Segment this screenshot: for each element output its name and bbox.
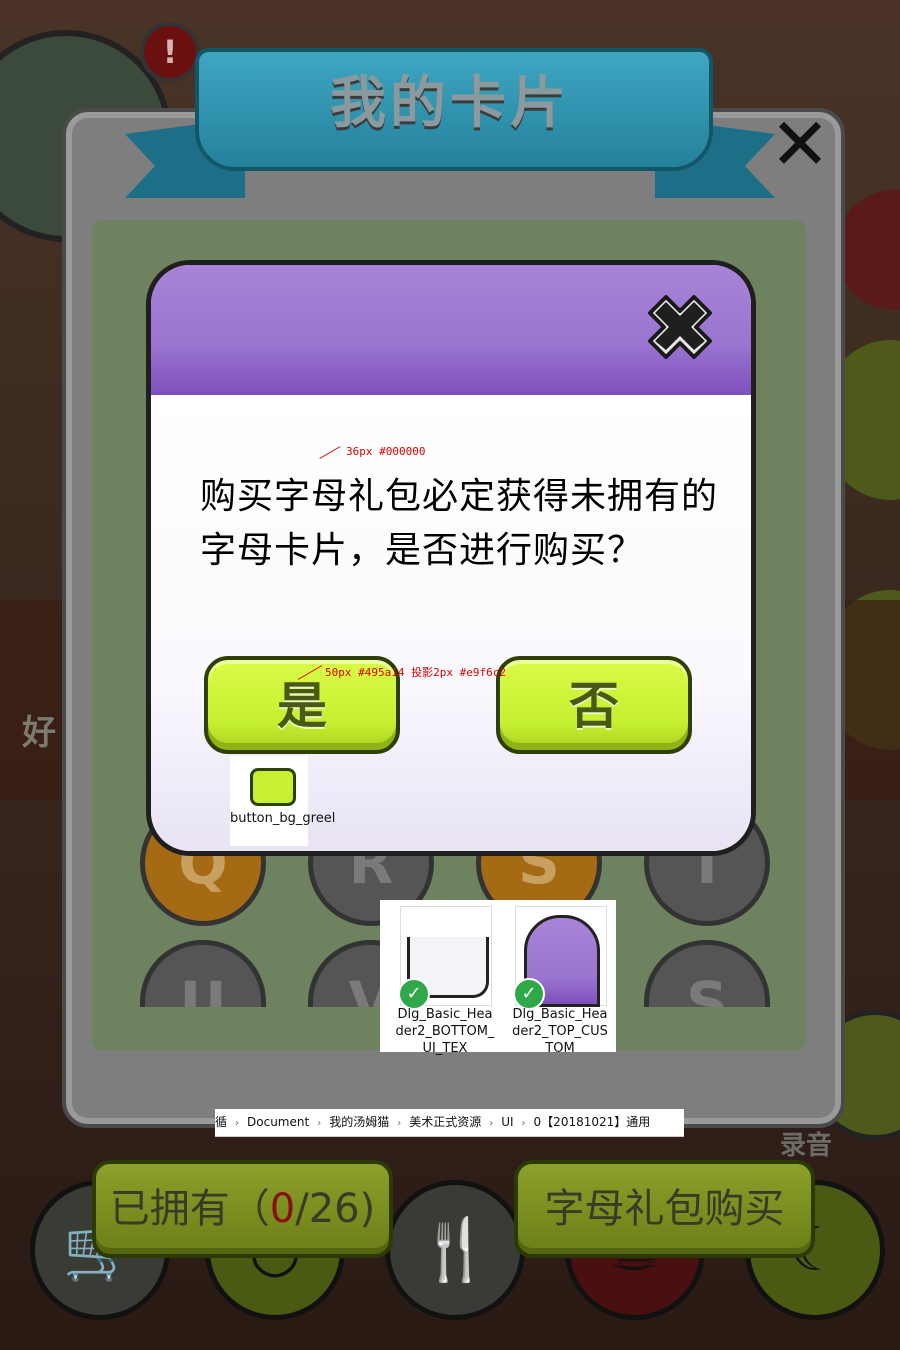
record-label[interactable]: 录音 xyxy=(780,1125,832,1162)
asset-filename: button_bg_greel xyxy=(230,811,336,826)
breadcrumb-item[interactable]: UI xyxy=(501,1109,513,1136)
breadcrumb-item[interactable]: 0【20181021】通用 xyxy=(534,1109,651,1136)
owned-count-button[interactable]: 已拥有（0/26) xyxy=(92,1160,393,1258)
breadcrumb-item[interactable]: 我的汤姆猫 xyxy=(329,1109,389,1136)
chevron-right-icon: › xyxy=(397,1118,402,1129)
chevron-right-icon: › xyxy=(521,1118,526,1129)
chevron-right-icon: › xyxy=(317,1118,322,1129)
breadcrumb-fragment: 循 xyxy=(215,1115,228,1129)
owned-prefix: 已拥有（ xyxy=(109,1186,270,1232)
owned-count: 0 xyxy=(269,1186,296,1232)
close-icon[interactable]: ✕ xyxy=(768,108,832,180)
asset-filename: Dlg_Basic_Header2_TOP_CUSTOM xyxy=(512,1007,608,1056)
breadcrumb-item[interactable]: Document xyxy=(247,1109,309,1136)
button-thumbnail xyxy=(250,768,296,806)
panel-title: 我的卡片 xyxy=(330,71,570,136)
owned-suffix: /26) xyxy=(295,1186,376,1232)
breadcrumb: 循 › Document › 我的汤姆猫 › 美术正式资源 › UI › 0【20181021】通用 xyxy=(215,1109,684,1137)
asset-filename: Dlg_Basic_Header2_BOTTOM_UI_TEX xyxy=(395,1007,495,1056)
asset-preview-dialog-parts: ✓ ✓ Dlg_Basic_Header2_BOTTOM_UI_TEX Dlg_… xyxy=(380,900,616,1056)
text-spec-annotation: 36px #000000 xyxy=(346,445,426,458)
dialog-message: 购买字母礼包必定获得未拥有的字母卡片，是否进行购买？ xyxy=(200,476,719,571)
no-button[interactable]: 否 xyxy=(496,656,692,754)
asset-preview-button[interactable]: button_bg_greel xyxy=(230,756,336,846)
buy-pack-button[interactable]: 字母礼包购买 xyxy=(514,1160,815,1258)
chevron-right-icon: › xyxy=(235,1118,240,1129)
chevron-right-icon: › xyxy=(489,1118,494,1129)
alert-badge-icon: ! xyxy=(140,22,200,82)
fork-spoon-icon[interactable]: 🍴 xyxy=(385,1180,525,1320)
bg-side-text: 好 xyxy=(22,713,56,753)
button-spec-annotation: 50px #495a14 投影2px #e9f6c2 xyxy=(325,666,506,679)
breadcrumb-item[interactable]: 美术正式资源 xyxy=(409,1109,481,1136)
dialog-close-icon[interactable] xyxy=(636,283,724,369)
